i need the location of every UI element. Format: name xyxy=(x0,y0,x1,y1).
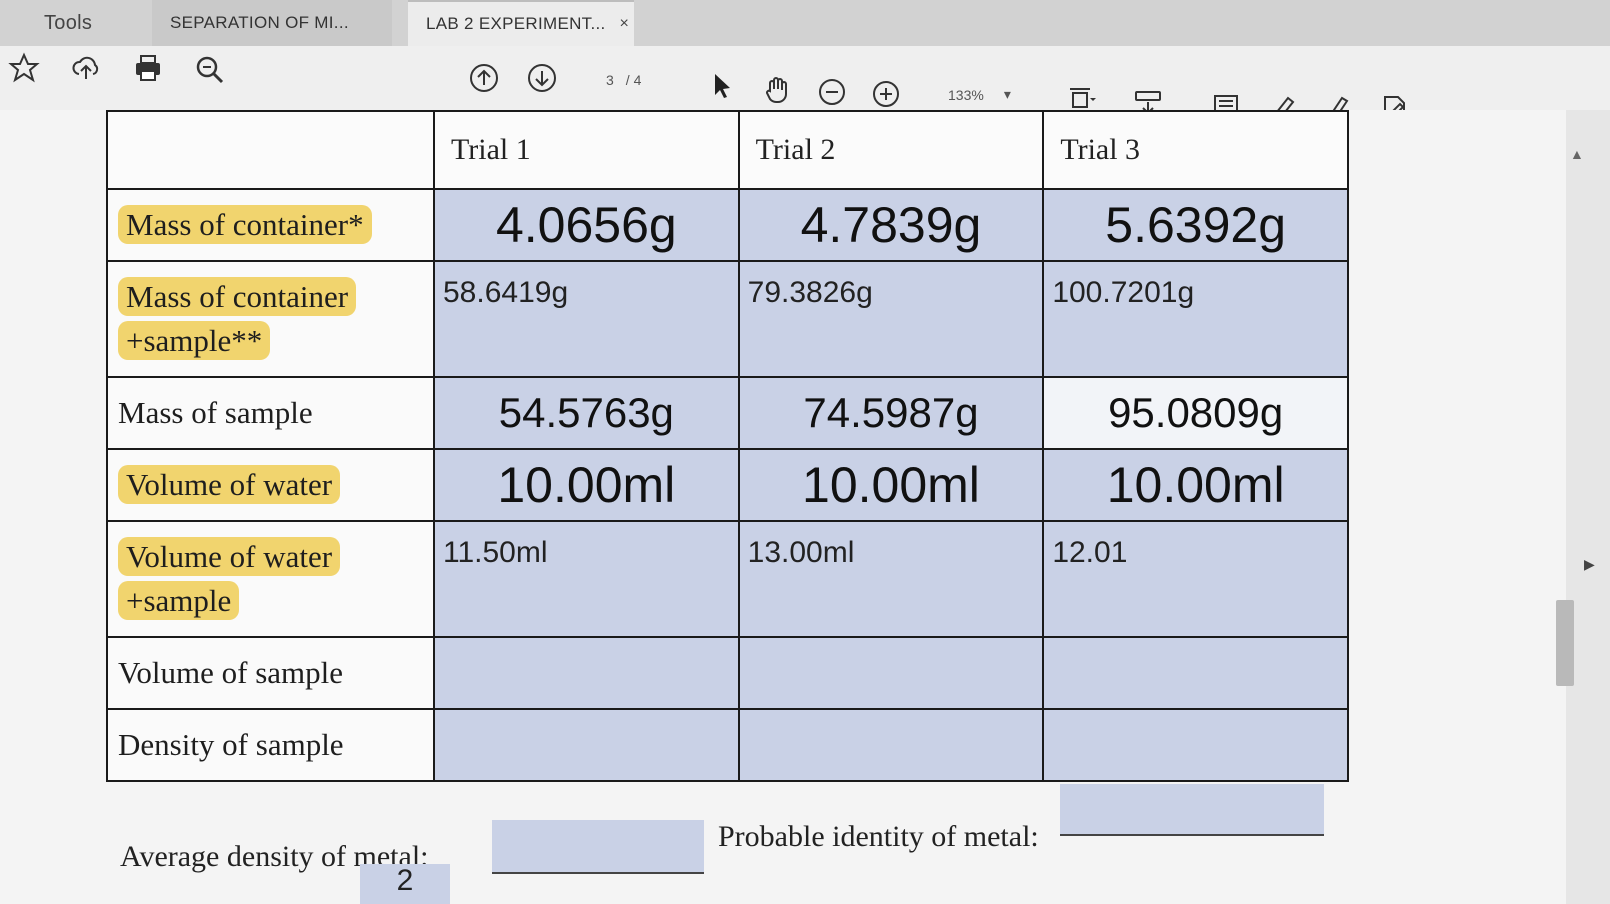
form-field[interactable] xyxy=(737,708,1045,782)
tab-lab2-experiment[interactable]: LAB 2 EXPERIMENT... × xyxy=(408,0,634,46)
print-icon[interactable] xyxy=(128,48,168,88)
page-up-icon[interactable] xyxy=(464,58,504,98)
row-label-text: Mass of container +sample** xyxy=(118,277,357,360)
zoom-in-icon[interactable] xyxy=(866,74,906,114)
row-label: Volume of water xyxy=(106,448,435,522)
table-row: Mass of container* 4.0656g 4.7839g 5.639… xyxy=(106,188,1349,262)
star-icon[interactable] xyxy=(4,48,44,88)
form-field[interactable]: 79.3826g xyxy=(737,260,1045,378)
cloud-upload-icon[interactable] xyxy=(66,48,106,88)
tab-label: SEPARATION OF MI... xyxy=(170,13,349,32)
toolbar xyxy=(0,46,1610,110)
form-field[interactable]: 74.5987g xyxy=(737,376,1045,450)
table-row: Density of sample xyxy=(106,708,1349,782)
table-row: Volume of sample xyxy=(106,636,1349,710)
form-field[interactable]: 4.7839g xyxy=(737,188,1045,262)
average-density-field[interactable] xyxy=(492,820,704,874)
form-field[interactable] xyxy=(433,636,740,710)
tab-label: LAB 2 EXPERIMENT... xyxy=(426,14,606,33)
form-field[interactable]: 5.6392g xyxy=(1042,188,1349,262)
expand-panel-icon[interactable]: ▶ xyxy=(1584,556,1595,573)
table-row: Mass of container +sample** 58.6419g 79.… xyxy=(106,260,1349,378)
table-header-row: Trial 1 Trial 2 Trial 3 xyxy=(106,110,1349,190)
form-field[interactable]: 95.0809g xyxy=(1042,376,1349,450)
form-field[interactable]: 12.01 xyxy=(1042,520,1349,638)
form-field[interactable]: 58.6419g xyxy=(433,260,740,378)
page-indicator: 3 / 4 xyxy=(606,72,641,88)
zoom-out-icon[interactable] xyxy=(812,72,852,112)
form-field[interactable] xyxy=(433,708,740,782)
vertical-scrollbar[interactable] xyxy=(1566,110,1610,904)
tab-separation[interactable]: SEPARATION OF MI... xyxy=(152,0,392,46)
row-label-text: Mass of container* xyxy=(118,205,372,244)
form-field[interactable] xyxy=(737,636,1045,710)
table-row: Volume of water 10.00ml 10.00ml 10.00ml xyxy=(106,448,1349,522)
row-label: Volume of water +sample xyxy=(106,520,435,638)
form-field[interactable]: 11.50ml xyxy=(433,520,740,638)
header-trial-2: Trial 2 xyxy=(737,110,1045,190)
tools-menu[interactable]: Tools xyxy=(0,0,140,46)
row-label: Volume of sample xyxy=(106,636,435,710)
form-field[interactable]: 10.00ml xyxy=(737,448,1045,522)
select-cursor-icon[interactable] xyxy=(702,66,742,106)
probable-identity-label: Probable identity of metal: xyxy=(718,820,1039,853)
partial-field[interactable]: 2 xyxy=(360,864,450,904)
form-field[interactable]: 54.5763g xyxy=(433,376,740,450)
form-field[interactable]: 100.7201g xyxy=(1042,260,1349,378)
hand-tool-icon[interactable] xyxy=(758,70,798,110)
page-current-input[interactable]: 3 xyxy=(606,72,614,88)
scrollbar-thumb[interactable] xyxy=(1556,600,1574,686)
row-label: Density of sample xyxy=(106,708,435,782)
header-empty xyxy=(106,110,435,190)
row-label-text: Volume of water xyxy=(118,465,341,504)
chevron-down-icon: ▾ xyxy=(1003,86,1011,102)
tools-menu-label: Tools xyxy=(44,11,93,34)
form-field[interactable]: 4.0656g xyxy=(433,188,740,262)
close-tab-icon[interactable]: × xyxy=(620,15,630,33)
form-field[interactable]: 10.00ml xyxy=(1042,448,1349,522)
table-row: Mass of sample 54.5763g 74.5987g 95.0809… xyxy=(106,376,1349,450)
header-trial-1: Trial 1 xyxy=(433,110,740,190)
page-down-icon[interactable] xyxy=(522,58,562,98)
form-field[interactable] xyxy=(1042,708,1349,782)
form-field[interactable] xyxy=(1042,636,1349,710)
form-field[interactable]: 10.00ml xyxy=(433,448,740,522)
zoom-value: 133% xyxy=(948,86,984,103)
scroll-up-icon[interactable]: ▲ xyxy=(1570,146,1584,162)
zoom-search-icon[interactable] xyxy=(190,50,230,90)
probable-identity-field[interactable] xyxy=(1060,784,1324,836)
row-label-text: Volume of water +sample xyxy=(118,537,341,620)
header-trial-3: Trial 3 xyxy=(1042,110,1349,190)
table-row: Volume of water +sample 11.50ml 13.00ml … xyxy=(106,520,1349,638)
row-label: Mass of container* xyxy=(106,188,435,262)
tab-bar: Tools SEPARATION OF MI... LAB 2 EXPERIME… xyxy=(0,0,1610,46)
data-table: Trial 1 Trial 2 Trial 3 Mass of containe… xyxy=(106,110,1349,782)
zoom-dropdown[interactable]: 133% ▾ xyxy=(948,86,1011,103)
row-label: Mass of container +sample** xyxy=(106,260,435,378)
page-total: / 4 xyxy=(625,72,642,88)
summary-section: Average density of metal: Probable ident… xyxy=(120,784,1360,904)
form-field[interactable]: 13.00ml xyxy=(737,520,1045,638)
row-label: Mass of sample xyxy=(106,376,435,450)
